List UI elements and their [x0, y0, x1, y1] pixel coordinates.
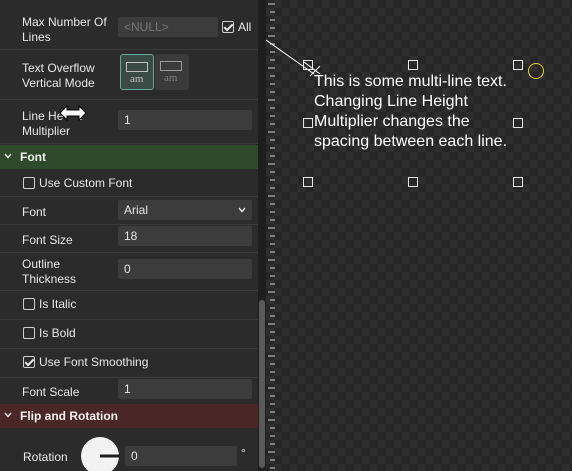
font-row: Font Arial [0, 197, 258, 225]
overflow-mode-option-1[interactable]: am [120, 54, 154, 90]
is-bold-checkbox[interactable] [23, 327, 35, 339]
font-size-input[interactable]: 18 [118, 226, 252, 246]
rotation-label: Rotation [23, 450, 68, 464]
resize-handle-bottom-right[interactable] [513, 177, 523, 187]
text-overflow-label: Text Overflow Vertical Mode [22, 61, 95, 90]
max-lines-all-checkbox[interactable] [222, 21, 234, 33]
use-custom-font-checkbox[interactable] [23, 177, 35, 189]
resize-handle-top-left[interactable] [303, 60, 313, 70]
overflow-mode-option-2[interactable]: am [155, 54, 189, 90]
font-scale-input[interactable]: 1 [118, 379, 252, 399]
panel-scrollbar[interactable] [259, 300, 265, 468]
clipped-row [0, 0, 258, 10]
resize-cursor-icon [59, 104, 87, 122]
use-custom-font-row: Use Custom Font [0, 169, 258, 197]
font-size-row: Font Size 18 [0, 225, 258, 253]
rotation-input[interactable]: 0 [125, 446, 237, 466]
resize-handle-middle-left[interactable] [303, 118, 313, 128]
rotate-handle[interactable] [528, 63, 544, 79]
max-lines-input[interactable] [118, 17, 218, 37]
line-height-input[interactable]: 1 [118, 110, 252, 130]
outline-thickness-label: Outline Thickness [22, 257, 77, 286]
chevron-down-icon [238, 207, 246, 213]
resize-handle-bottom-center[interactable] [408, 177, 418, 187]
outline-thickness-input[interactable]: 0 [118, 259, 252, 279]
is-italic-checkbox[interactable] [23, 298, 35, 310]
use-custom-font-label: Use Custom Font [39, 176, 133, 190]
font-size-label: Font Size [22, 233, 73, 247]
font-smoothing-checkbox[interactable] [23, 356, 35, 368]
line-height-row: Line Het Multiplier 1 [0, 100, 258, 144]
max-lines-all-label: All [238, 20, 252, 34]
is-italic-label: Is Italic [39, 297, 77, 311]
text-align-top-icon [126, 62, 148, 72]
font-label: Font [22, 205, 47, 219]
inspector-panel: Max Number Of Lines All Text Overflow Ve… [0, 0, 258, 471]
outline-thickness-row: Outline Thickness 0 [0, 253, 258, 291]
font-dropdown[interactable]: Arial [118, 200, 252, 220]
rotation-row: Rotation 0 ° [0, 428, 258, 471]
rotation-unit: ° [241, 446, 246, 460]
canvas-text-element[interactable]: This is some multi-line text. Changing L… [314, 72, 514, 152]
resize-handle-bottom-left[interactable] [303, 177, 313, 187]
rotation-dial[interactable] [80, 436, 120, 471]
is-bold-row: Is Bold [0, 320, 258, 349]
font-scale-row: Font Scale 1 [0, 378, 258, 404]
resize-handle-middle-right[interactable] [513, 118, 523, 128]
chevron-down-icon [4, 153, 12, 159]
font-smoothing-row: Use Font Smoothing [0, 349, 258, 378]
is-bold-label: Is Bold [39, 326, 76, 340]
resize-handle-top-center[interactable] [408, 60, 418, 70]
resize-handle-top-right[interactable] [513, 60, 523, 70]
text-align-overflow-icon [160, 61, 182, 71]
flip-rotation-section-header[interactable]: Flip and Rotation [0, 404, 258, 428]
font-scale-label: Font Scale [22, 385, 80, 399]
chevron-down-icon [4, 412, 12, 418]
max-lines-row: Max Number Of Lines All [0, 10, 258, 50]
is-italic-row: Is Italic [0, 291, 258, 320]
max-lines-label: Max Number Of Lines [22, 15, 107, 44]
font-section-header[interactable]: Font [0, 145, 258, 169]
font-smoothing-label: Use Font Smoothing [39, 355, 149, 369]
